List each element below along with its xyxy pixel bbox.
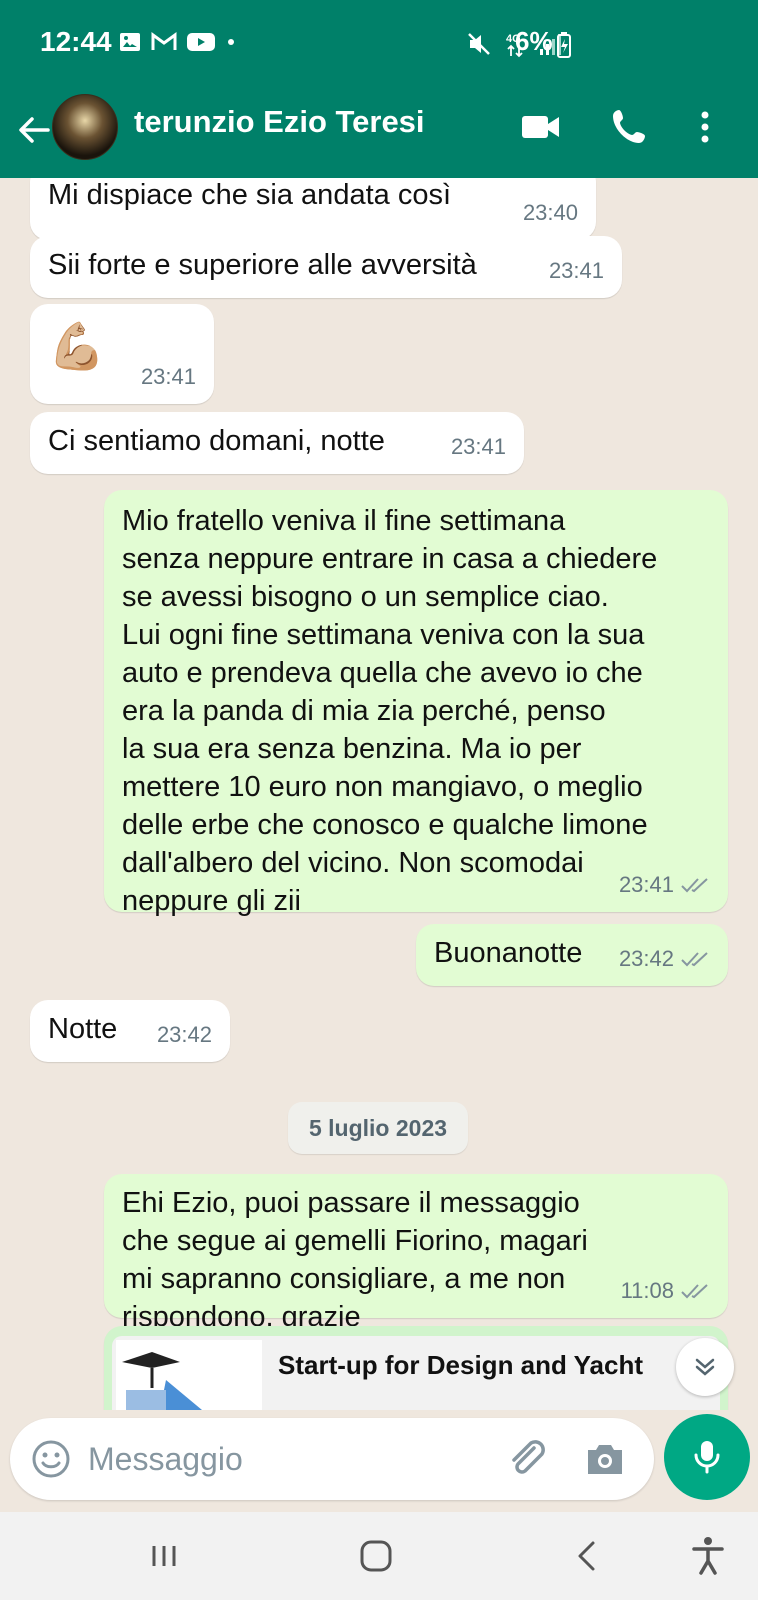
message-incoming[interactable]: Ci sentiamo domani, notte 23:41 [30, 412, 524, 474]
time-label: 23:40 [522, 200, 578, 225]
double-check-icon [681, 952, 708, 967]
scroll-to-bottom-button[interactable] [676, 1338, 734, 1396]
message-time: 11:08 [621, 1272, 710, 1310]
double-check-icon [681, 878, 708, 893]
camera-icon[interactable] [582, 1436, 628, 1482]
message-time: 23:42 [619, 940, 710, 978]
time-label: 23:41 [140, 364, 196, 389]
message-composer [10, 1418, 654, 1500]
message-time: 23:41 [141, 358, 196, 396]
message-input[interactable] [88, 1432, 488, 1486]
phone-icon[interactable] [606, 104, 652, 150]
time-label: 23:42 [618, 946, 674, 971]
top-bar: 12:44 4G 6% terunzio Ezio Teresi [0, 0, 758, 178]
message-text: Mio fratello veniva il fine settimana se… [122, 505, 658, 917]
back-arrow-icon[interactable] [14, 110, 54, 150]
mute-icon [468, 33, 490, 55]
message-time: 23:41 [451, 428, 506, 466]
battery-level: 6% [515, 26, 553, 56]
time-label: 23:41 [548, 258, 604, 283]
message-incoming-emoji[interactable]: 💪🏼 23:41 [30, 304, 214, 404]
message-time: 23:41 [549, 252, 604, 290]
message-text: Mi dispiace che sia andata così [48, 179, 451, 211]
emoji-icon[interactable] [30, 1438, 72, 1480]
time-label: 23:42 [156, 1022, 212, 1047]
message-time: 23:41 [619, 866, 710, 904]
link-title: Start-up for Design and Yacht [278, 1350, 644, 1380]
dot-icon [228, 39, 234, 45]
chat-area[interactable]: Mi dispiace che sia andata così 23:40 Si… [0, 178, 758, 1410]
status-time: 12:44 [40, 26, 112, 57]
double-check-icon [681, 1284, 708, 1299]
message-incoming[interactable]: Mi dispiace che sia andata così 23:40 [30, 178, 596, 240]
time-label: 23:41 [618, 872, 674, 897]
link-preview-message[interactable]: Start-up for Design and Yacht [104, 1326, 728, 1410]
image-icon [120, 33, 140, 51]
link-preview[interactable]: Start-up for Design and Yacht [112, 1336, 720, 1410]
paperclip-icon[interactable] [504, 1436, 550, 1482]
message-outgoing[interactable]: Mio fratello veniva il fine settimana se… [104, 490, 728, 917]
message-time: 23:42 [157, 1016, 212, 1054]
message-outgoing[interactable]: Buonanotte 23:42 [416, 924, 728, 986]
avatar[interactable] [52, 94, 118, 160]
status-bar: 12:44 4G 6% [0, 0, 758, 90]
time-label: 23:41 [450, 434, 506, 459]
microphone-button[interactable] [664, 1414, 750, 1500]
link-thumbnail [116, 1340, 262, 1410]
battery-charging-icon [557, 32, 571, 58]
message-outgoing[interactable]: Ehi Ezio, puoi passare il messaggio che … [104, 1174, 728, 1333]
double-chevron-down-icon [695, 1358, 715, 1376]
message-text: Ehi Ezio, puoi passare il messaggio che … [122, 1187, 588, 1333]
chat-header: terunzio Ezio Teresi [0, 90, 758, 178]
more-options-icon[interactable] [682, 104, 728, 150]
recent-apps-icon[interactable] [140, 1532, 188, 1580]
message-incoming[interactable]: Notte 23:42 [30, 1000, 230, 1062]
message-text: Ci sentiamo domani, notte [48, 425, 385, 457]
youtube-icon [187, 33, 215, 51]
yacht-image-icon [116, 1340, 262, 1410]
back-icon[interactable] [564, 1532, 612, 1580]
message-incoming[interactable]: Sii forte e superiore alle avversità 23:… [30, 236, 622, 298]
message-text: Sii forte e superiore alle avversità [48, 249, 477, 281]
accessibility-icon[interactable] [684, 1532, 732, 1580]
message-time: 23:40 [523, 194, 578, 232]
video-call-icon[interactable] [518, 104, 564, 150]
home-icon[interactable] [352, 1532, 400, 1580]
notification-icons [118, 30, 238, 54]
system-navigation-bar [0, 1512, 758, 1600]
gmail-icon [151, 32, 177, 50]
date-separator: 5 luglio 2023 [288, 1102, 468, 1154]
contact-name[interactable]: terunzio Ezio Teresi [134, 104, 425, 140]
time-label: 11:08 [620, 1278, 674, 1303]
microphone-icon [694, 1441, 720, 1474]
